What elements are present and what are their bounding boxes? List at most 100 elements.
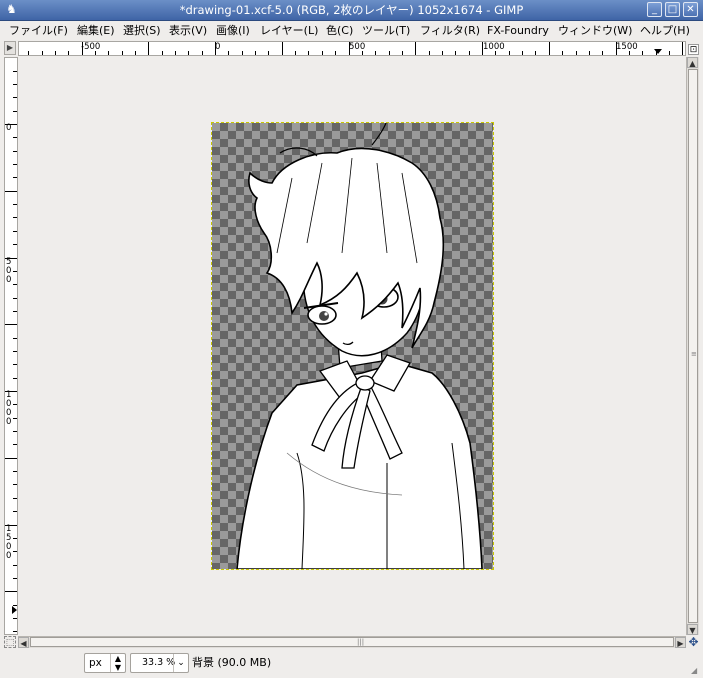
ruler-tick <box>13 350 17 352</box>
ruler-tick <box>375 51 377 55</box>
menu-view[interactable]: 表示(V) <box>169 21 207 40</box>
ruler-tick <box>13 618 17 619</box>
horizontal-scroll-thumb[interactable]: ||| <box>30 637 674 647</box>
scroll-down-icon[interactable]: ▼ <box>687 624 698 635</box>
menu-windows[interactable]: ウィンドウ(W) <box>558 21 632 40</box>
ruler-tick <box>548 42 550 55</box>
vertical-scrollbar[interactable]: ▲ ≡ ▼ <box>686 57 699 635</box>
ruler-tick <box>148 42 150 55</box>
ruler-tick <box>428 51 430 55</box>
resize-grip-icon[interactable]: ◢ <box>691 666 701 676</box>
zoom-select[interactable]: 33.3 % ⌄ <box>130 653 189 673</box>
scroll-up-icon[interactable]: ▲ <box>687 57 698 68</box>
vruler-label: 1000 <box>6 390 12 427</box>
unit-value: px <box>89 657 102 669</box>
line-drawing-layer <box>236 123 483 569</box>
grip-icon: ||| <box>357 638 365 646</box>
ruler-tick <box>13 431 17 433</box>
menu-colors[interactable]: 色(C) <box>326 21 353 40</box>
close-button[interactable]: ✕ <box>683 2 698 17</box>
ruler-tick <box>13 604 17 606</box>
menu-file[interactable]: ファイル(F) <box>9 21 68 40</box>
ruler-tick <box>201 51 203 55</box>
ruler-tick <box>41 51 43 55</box>
minimize-button[interactable]: _ <box>647 2 662 17</box>
ruler-tick <box>108 51 110 55</box>
ruler-tick <box>441 51 443 55</box>
menu-image[interactable]: 画像(I) <box>216 21 250 40</box>
ruler-tick <box>13 511 17 513</box>
vruler-label: 1500 <box>6 524 12 561</box>
menu-edit[interactable]: 編集(E) <box>77 21 115 40</box>
ruler-tick <box>94 51 96 55</box>
ruler-tick <box>13 217 17 219</box>
ruler-tick <box>655 51 657 55</box>
ruler-tick <box>13 110 17 112</box>
ruler-tick <box>281 42 283 55</box>
vruler-label: 0 <box>6 123 12 133</box>
image-canvas[interactable] <box>211 122 494 570</box>
zoom-toggle-icon[interactable]: ⊡ <box>688 44 699 55</box>
title-bar[interactable]: ♞ *drawing-01.xcf-5.0 (RGB, 2枚のレイヤー) 105… <box>0 0 703 21</box>
ruler-tick <box>13 537 17 539</box>
ruler-tick <box>13 631 17 633</box>
scroll-right-icon[interactable]: ▶ <box>675 637 686 648</box>
ruler-tick <box>13 551 17 553</box>
horizontal-scrollbar[interactable]: ◀ ||| ▶ <box>18 636 686 648</box>
ruler-tick <box>13 564 17 566</box>
vertical-ruler[interactable]: 0 500 1000 1500 <box>4 57 18 635</box>
image-menu-arrow-icon[interactable]: ▶ <box>4 41 16 55</box>
quick-mask-icon[interactable]: ⬚ <box>4 636 16 648</box>
unit-select[interactable]: px ▲ ▼ <box>84 653 126 673</box>
ruler-tick <box>28 51 30 55</box>
ruler-tick <box>13 177 17 179</box>
maximize-button[interactable]: □ <box>665 2 680 17</box>
ruler-tick <box>161 51 163 55</box>
window-title: *drawing-01.xcf-5.0 (RGB, 2枚のレイヤー) 1052x… <box>179 3 524 17</box>
vertical-scroll-thumb[interactable]: ≡ <box>688 69 698 623</box>
layer-info-text: 背景 (90.0 MB) <box>192 656 272 669</box>
canvas-area[interactable] <box>18 57 686 635</box>
ruler-tick <box>508 51 510 55</box>
ruler-tick <box>682 42 684 55</box>
ruler-tick <box>468 51 470 55</box>
ruler-tick <box>495 51 497 55</box>
ruler-tick <box>13 244 17 246</box>
menu-layer[interactable]: レイヤー(L) <box>260 21 318 40</box>
ruler-tick <box>642 51 644 55</box>
horizontal-ruler[interactable]: -500 0 500 1000 1500 <box>18 41 686 56</box>
ruler-tick <box>13 150 17 152</box>
ruler-tick <box>13 70 17 72</box>
ruler-tick <box>134 51 136 55</box>
chevron-down-icon: ⌄ <box>173 654 188 672</box>
grip-icon: ≡ <box>691 350 697 358</box>
hruler-label: 1000 <box>483 42 505 52</box>
ruler-tick <box>5 391 17 392</box>
ruler-tick <box>13 230 17 232</box>
menu-select[interactable]: 選択(S) <box>123 21 161 40</box>
ruler-tick <box>13 204 17 206</box>
ruler-tick <box>535 51 537 55</box>
ruler-tick <box>615 42 617 55</box>
ruler-tick <box>13 444 17 446</box>
scroll-left-icon[interactable]: ◀ <box>18 637 29 648</box>
ruler-tick <box>13 310 17 312</box>
menu-filters[interactable]: フィルタ(R) <box>420 21 480 40</box>
menu-tools[interactable]: ツール(T) <box>362 21 410 40</box>
pointer-marker-icon <box>12 606 17 614</box>
ruler-tick <box>188 51 190 55</box>
ruler-tick <box>668 51 670 55</box>
menu-help[interactable]: ヘルプ(H) <box>640 21 690 40</box>
ruler-tick <box>13 471 17 473</box>
spin-arrows-icon: ▲ ▼ <box>110 654 125 672</box>
ruler-tick <box>588 51 590 55</box>
status-bar: px ▲ ▼ 33.3 % ⌄ 背景 (90.0 MB) ◢ <box>0 650 703 678</box>
ruler-tick <box>335 51 337 55</box>
hruler-label: 1500 <box>616 42 638 52</box>
navigate-icon[interactable]: ✥ <box>687 636 700 648</box>
hruler-label: -500 <box>81 42 101 52</box>
ruler-tick <box>13 270 17 272</box>
menu-fx-foundry[interactable]: FX-Foundry <box>487 21 549 40</box>
ruler-tick <box>401 51 403 55</box>
ruler-tick <box>268 51 270 55</box>
